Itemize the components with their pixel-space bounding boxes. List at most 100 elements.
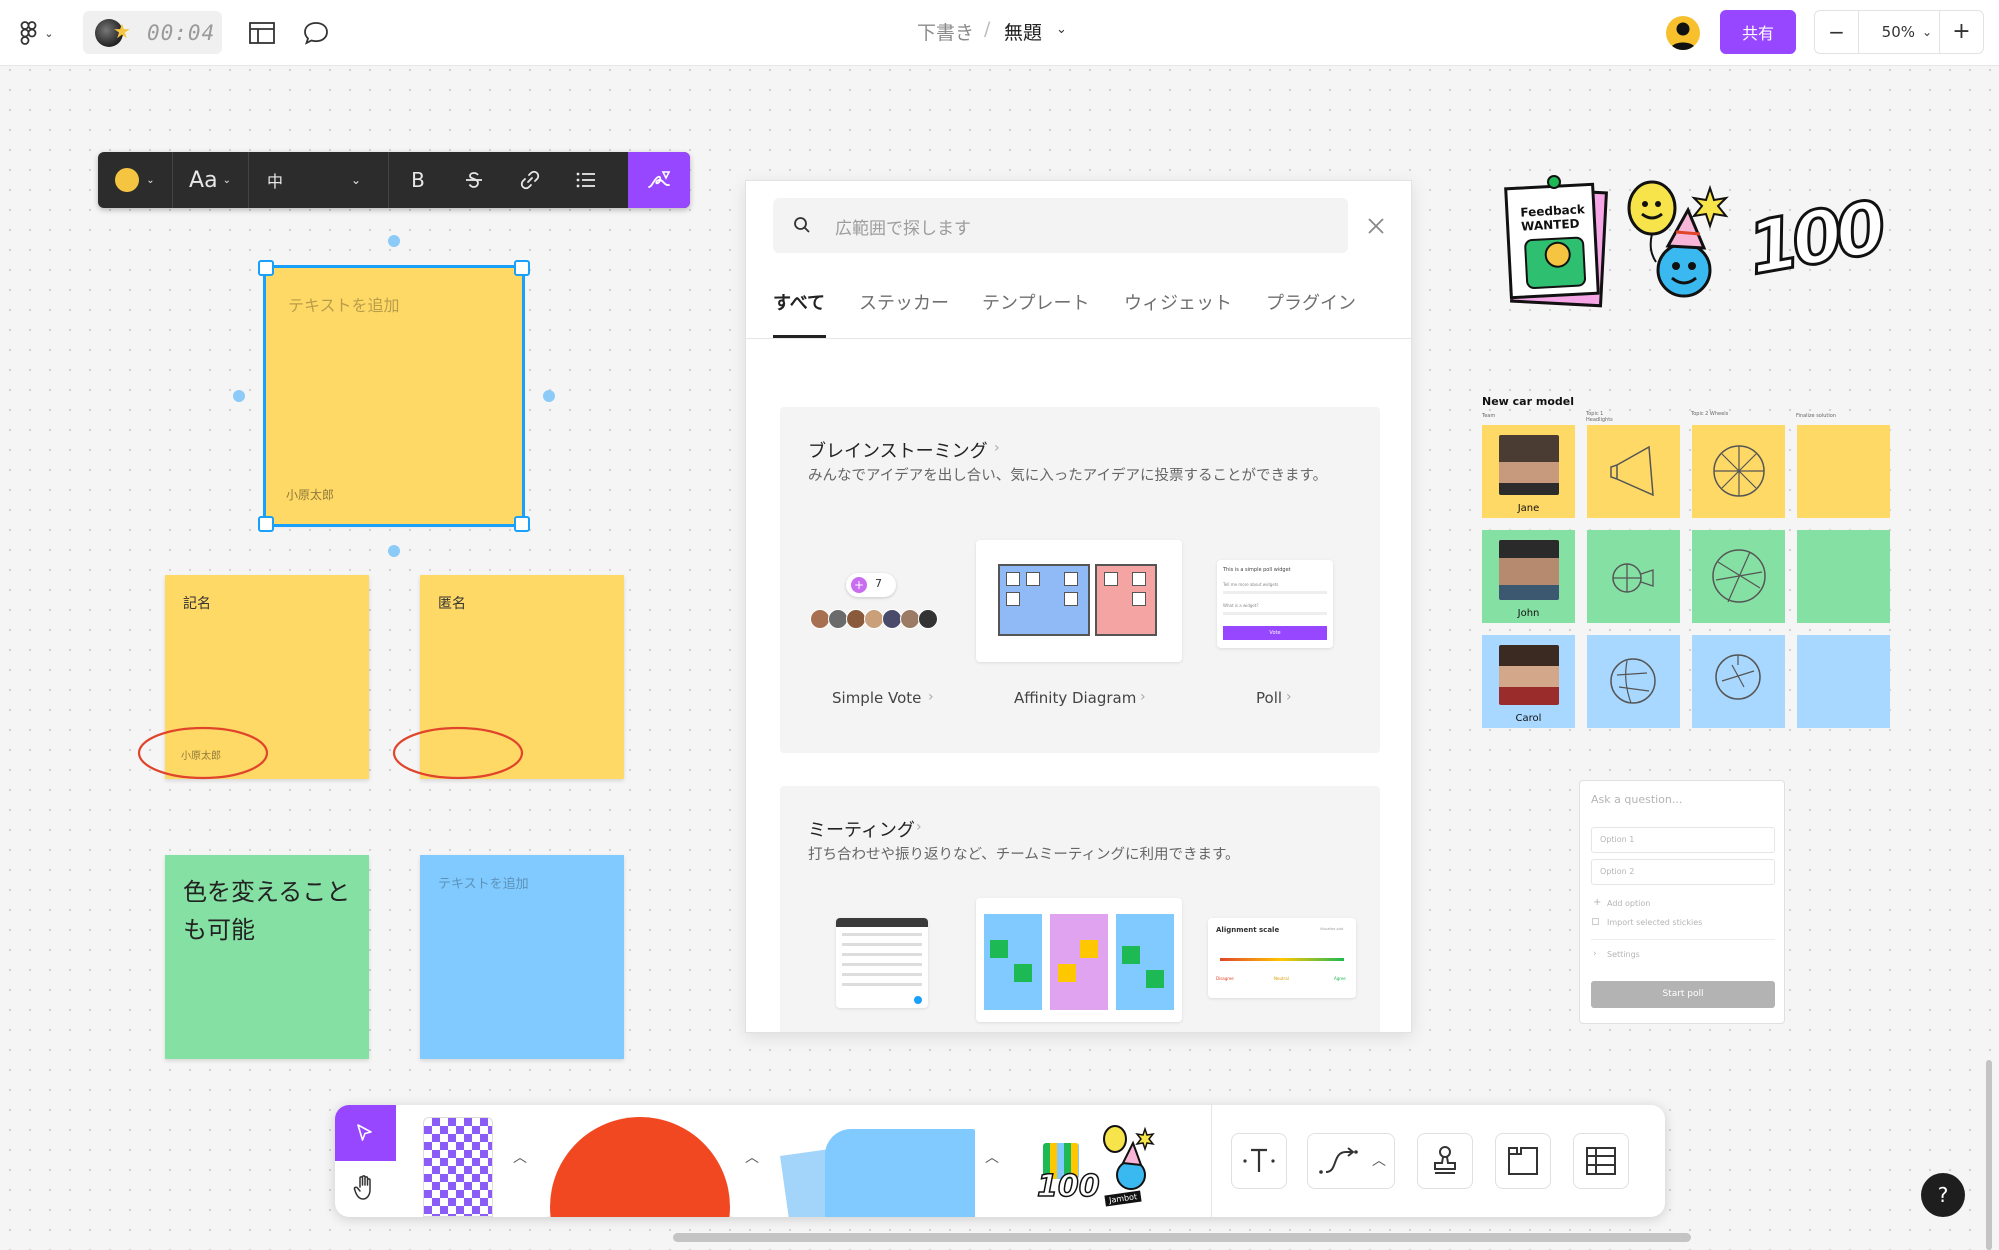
plus-icon: + [851, 577, 867, 593]
text-size-dropdown[interactable]: 中 ⌄ [249, 152, 379, 208]
resources-search-field[interactable]: 広範囲で探します [773, 198, 1348, 253]
chevron-up-icon[interactable]: ︿ [745, 1147, 759, 1167]
headlight-sketch-cell[interactable] [1587, 530, 1680, 623]
select-tool-button[interactable] [335, 1105, 396, 1161]
item-label[interactable]: Poll [1256, 689, 1282, 707]
final-solution-cell[interactable] [1797, 530, 1890, 623]
green-sticky-note[interactable]: 色を変えることも可能 [165, 855, 369, 1059]
vertical-scrollbar[interactable] [1986, 1060, 1992, 1250]
breadcrumb-location[interactable]: 下書き [917, 18, 974, 45]
alignment-scale-thumbnail[interactable]: Alignment scale Visualise plot Disagree … [1208, 918, 1356, 998]
import-stickies-option[interactable]: Import selected stickies [1607, 918, 1702, 927]
highlight-ellipse[interactable] [136, 725, 271, 781]
poll-widget[interactable]: Ask a question... Option 1 Option 2 + Ad… [1579, 780, 1785, 1024]
tab-stickers[interactable]: ステッカー [859, 289, 949, 315]
author-toggle-button[interactable] [628, 152, 690, 208]
zoom-in-button[interactable]: + [1939, 11, 1983, 53]
person-card-jane[interactable]: Jane [1482, 425, 1575, 518]
font-button[interactable]: Aa ⌄ [173, 152, 247, 208]
close-icon[interactable] [1367, 217, 1385, 235]
tab-templates[interactable]: テンプレート [982, 289, 1089, 315]
zoom-out-button[interactable]: − [1815, 11, 1859, 53]
connector-tool-button[interactable]: ︿ [1307, 1133, 1395, 1189]
final-solution-cell[interactable] [1797, 425, 1890, 518]
stickers-widgets-tool[interactable]: 100 Jambot [1035, 1125, 1175, 1217]
chevron-up-icon[interactable]: ︿ [1372, 1150, 1386, 1170]
top-bar: ⌄ ★ 00:04 下書き / 無題 ⌄ 共有 − 50% ⌄ + [0, 0, 1999, 66]
chevron-down-icon[interactable]: ⌄ [1915, 25, 1939, 39]
settings-toggle[interactable]: Settings [1607, 950, 1640, 959]
hand-tool-button[interactable] [335, 1161, 396, 1217]
comment-button[interactable] [302, 20, 330, 46]
section-title[interactable]: ミーティング [808, 816, 915, 842]
resize-handle[interactable] [514, 516, 530, 532]
connector-handle[interactable] [543, 390, 555, 402]
connector-handle[interactable] [233, 390, 245, 402]
wheel-sketch-cell[interactable] [1692, 425, 1785, 518]
resize-handle[interactable] [258, 516, 274, 532]
feedback-wanted-sticker[interactable]: Feedback WANTED [1504, 175, 1608, 308]
hundred-sticker[interactable]: 100 [1740, 184, 1888, 300]
file-name[interactable]: 無題 [1004, 18, 1042, 45]
poll-option-input[interactable]: Option 1 [1591, 827, 1775, 853]
poll-question-input[interactable]: Ask a question... [1591, 793, 1682, 806]
start-poll-button[interactable]: Start poll [1591, 981, 1775, 1008]
user-avatar[interactable] [1666, 16, 1700, 50]
wheel-sketch-cell[interactable] [1692, 635, 1785, 728]
list-button[interactable] [558, 152, 614, 208]
item-label[interactable]: Affinity Diagram [1014, 689, 1136, 707]
connector-handle[interactable] [388, 545, 400, 557]
tab-all[interactable]: すべて [773, 289, 825, 315]
search-placeholder[interactable]: 広範囲で探します [835, 214, 971, 239]
resize-handle[interactable] [258, 260, 274, 276]
blue-sticky-note[interactable]: テキストを追加 [420, 855, 624, 1059]
tab-widgets[interactable]: ウィジェット [1124, 289, 1232, 315]
agenda-thumbnail[interactable] [836, 918, 928, 1008]
chevron-down-icon[interactable]: ⌄ [1056, 22, 1067, 37]
resize-handle[interactable] [514, 260, 530, 276]
person-card-john[interactable]: John [1482, 530, 1575, 623]
selected-sticky-note[interactable]: テキストを追加 小原太郎 [263, 265, 525, 527]
chevron-up-icon[interactable]: ︿ [985, 1147, 999, 1167]
highlight-ellipse[interactable] [391, 725, 526, 781]
connector-handle[interactable] [388, 235, 400, 247]
section-tool-button[interactable] [1495, 1133, 1551, 1189]
table-tool-button[interactable] [1573, 1133, 1629, 1189]
person-card-carol[interactable]: Carol [1482, 635, 1575, 728]
tab-plugins[interactable]: プラグイン [1266, 289, 1356, 315]
add-option-button[interactable]: Add option [1607, 899, 1650, 908]
retro-board-thumbnail[interactable] [976, 898, 1182, 1022]
simple-vote-thumbnail[interactable]: + 7 [802, 537, 962, 657]
text-tool-button[interactable] [1231, 1133, 1287, 1189]
bold-button[interactable]: B [390, 152, 446, 208]
checker-pattern-tool[interactable] [423, 1117, 493, 1217]
stamp-tool-button[interactable] [1417, 1133, 1473, 1189]
zoom-level[interactable]: 50% [1859, 23, 1915, 41]
sticky-text[interactable]: 色を変えることも可能 [183, 873, 353, 949]
sticky-placeholder[interactable]: テキストを追加 [288, 292, 400, 316]
wheel-sketch-cell[interactable] [1692, 530, 1785, 623]
strikethrough-button[interactable] [446, 152, 502, 208]
help-button[interactable]: ? [1921, 1173, 1965, 1217]
balloon-party-sticker[interactable] [1622, 180, 1734, 306]
layout-button[interactable] [248, 20, 276, 46]
shape-tool-circle[interactable] [550, 1117, 730, 1217]
sticky-placeholder[interactable]: テキストを追加 [438, 873, 529, 892]
horizontal-scrollbar[interactable] [673, 1233, 1691, 1242]
headlight-sketch-cell[interactable] [1587, 425, 1680, 518]
color-picker-button[interactable]: ⌄ [98, 152, 172, 208]
link-button[interactable] [502, 152, 558, 208]
sticky-note-tool[interactable] [775, 1125, 975, 1217]
section-title[interactable]: ブレインストーミング [808, 437, 988, 463]
item-label[interactable]: Simple Vote [832, 689, 921, 707]
share-button[interactable]: 共有 [1720, 10, 1796, 54]
poll-thumbnail[interactable]: This is a simple poll widget Tell me mor… [1217, 560, 1333, 648]
affinity-diagram-thumbnail[interactable] [976, 540, 1182, 662]
poll-option-input[interactable]: Option 2 [1591, 859, 1775, 885]
headlight-sketch-cell[interactable] [1587, 635, 1680, 728]
main-menu-button[interactable]: ⌄ [14, 18, 60, 48]
final-solution-cell[interactable] [1797, 635, 1890, 728]
timer-widget[interactable]: ★ 00:04 [83, 11, 222, 54]
chevron-up-icon[interactable]: ︿ [513, 1147, 527, 1167]
board-title[interactable]: New car model [1482, 395, 1574, 408]
